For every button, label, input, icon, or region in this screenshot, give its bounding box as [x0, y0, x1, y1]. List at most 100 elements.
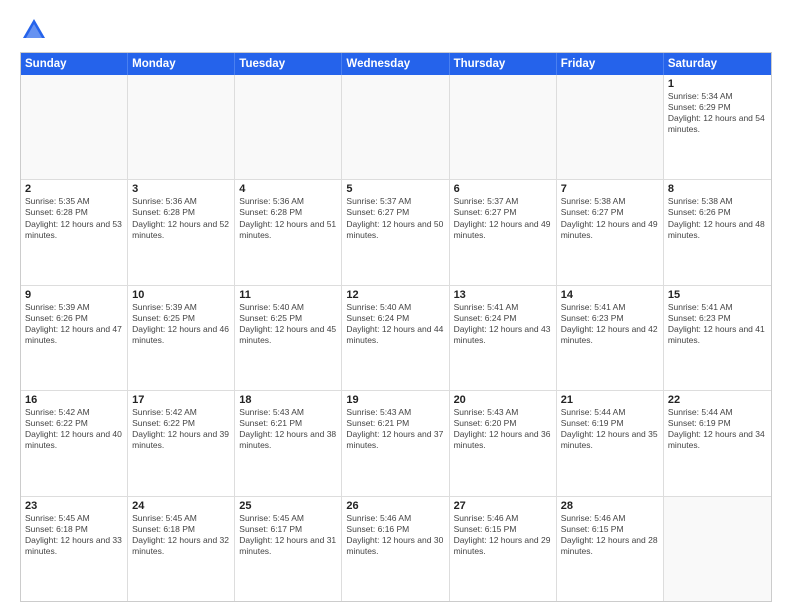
day-content: Sunrise: 5:43 AM Sunset: 6:21 PM Dayligh… — [239, 407, 337, 451]
day-content: Sunrise: 5:39 AM Sunset: 6:25 PM Dayligh… — [132, 302, 230, 346]
day-content: Sunrise: 5:36 AM Sunset: 6:28 PM Dayligh… — [239, 196, 337, 240]
calendar-day-4: 4Sunrise: 5:36 AM Sunset: 6:28 PM Daylig… — [235, 180, 342, 284]
calendar-day-10: 10Sunrise: 5:39 AM Sunset: 6:25 PM Dayli… — [128, 286, 235, 390]
calendar-day-empty — [450, 75, 557, 179]
day-number: 24 — [132, 500, 230, 512]
day-number: 4 — [239, 183, 337, 195]
calendar-week-2: 9Sunrise: 5:39 AM Sunset: 6:26 PM Daylig… — [21, 286, 771, 391]
day-content: Sunrise: 5:41 AM Sunset: 6:24 PM Dayligh… — [454, 302, 552, 346]
header — [20, 16, 772, 44]
day-content: Sunrise: 5:43 AM Sunset: 6:20 PM Dayligh… — [454, 407, 552, 451]
day-content: Sunrise: 5:42 AM Sunset: 6:22 PM Dayligh… — [25, 407, 123, 451]
day-header-wednesday: Wednesday — [342, 53, 449, 75]
calendar-day-5: 5Sunrise: 5:37 AM Sunset: 6:27 PM Daylig… — [342, 180, 449, 284]
logo-icon — [20, 16, 48, 44]
day-number: 17 — [132, 394, 230, 406]
day-content: Sunrise: 5:45 AM Sunset: 6:17 PM Dayligh… — [239, 513, 337, 557]
calendar-day-empty — [235, 75, 342, 179]
calendar-day-7: 7Sunrise: 5:38 AM Sunset: 6:27 PM Daylig… — [557, 180, 664, 284]
calendar-day-19: 19Sunrise: 5:43 AM Sunset: 6:21 PM Dayli… — [342, 391, 449, 495]
calendar-header: SundayMondayTuesdayWednesdayThursdayFrid… — [21, 53, 771, 75]
day-content: Sunrise: 5:38 AM Sunset: 6:26 PM Dayligh… — [668, 196, 767, 240]
calendar-day-14: 14Sunrise: 5:41 AM Sunset: 6:23 PM Dayli… — [557, 286, 664, 390]
day-number: 1 — [668, 78, 767, 90]
calendar-day-21: 21Sunrise: 5:44 AM Sunset: 6:19 PM Dayli… — [557, 391, 664, 495]
day-content: Sunrise: 5:45 AM Sunset: 6:18 PM Dayligh… — [132, 513, 230, 557]
day-content: Sunrise: 5:45 AM Sunset: 6:18 PM Dayligh… — [25, 513, 123, 557]
day-header-friday: Friday — [557, 53, 664, 75]
calendar-day-13: 13Sunrise: 5:41 AM Sunset: 6:24 PM Dayli… — [450, 286, 557, 390]
calendar-day-23: 23Sunrise: 5:45 AM Sunset: 6:18 PM Dayli… — [21, 497, 128, 601]
day-number: 22 — [668, 394, 767, 406]
calendar-day-20: 20Sunrise: 5:43 AM Sunset: 6:20 PM Dayli… — [450, 391, 557, 495]
calendar-day-6: 6Sunrise: 5:37 AM Sunset: 6:27 PM Daylig… — [450, 180, 557, 284]
day-number: 12 — [346, 289, 444, 301]
day-header-thursday: Thursday — [450, 53, 557, 75]
day-number: 21 — [561, 394, 659, 406]
calendar-day-27: 27Sunrise: 5:46 AM Sunset: 6:15 PM Dayli… — [450, 497, 557, 601]
calendar-day-empty — [128, 75, 235, 179]
day-number: 13 — [454, 289, 552, 301]
calendar-week-3: 16Sunrise: 5:42 AM Sunset: 6:22 PM Dayli… — [21, 391, 771, 496]
calendar-day-empty — [342, 75, 449, 179]
day-content: Sunrise: 5:36 AM Sunset: 6:28 PM Dayligh… — [132, 196, 230, 240]
day-number: 10 — [132, 289, 230, 301]
day-number: 27 — [454, 500, 552, 512]
calendar-day-26: 26Sunrise: 5:46 AM Sunset: 6:16 PM Dayli… — [342, 497, 449, 601]
day-content: Sunrise: 5:44 AM Sunset: 6:19 PM Dayligh… — [668, 407, 767, 451]
calendar-body: 1Sunrise: 5:34 AM Sunset: 6:29 PM Daylig… — [21, 75, 771, 601]
day-number: 18 — [239, 394, 337, 406]
day-content: Sunrise: 5:40 AM Sunset: 6:25 PM Dayligh… — [239, 302, 337, 346]
day-content: Sunrise: 5:43 AM Sunset: 6:21 PM Dayligh… — [346, 407, 444, 451]
day-number: 8 — [668, 183, 767, 195]
day-header-saturday: Saturday — [664, 53, 771, 75]
day-content: Sunrise: 5:46 AM Sunset: 6:15 PM Dayligh… — [561, 513, 659, 557]
day-content: Sunrise: 5:38 AM Sunset: 6:27 PM Dayligh… — [561, 196, 659, 240]
day-content: Sunrise: 5:37 AM Sunset: 6:27 PM Dayligh… — [454, 196, 552, 240]
calendar-day-24: 24Sunrise: 5:45 AM Sunset: 6:18 PM Dayli… — [128, 497, 235, 601]
day-header-monday: Monday — [128, 53, 235, 75]
calendar-day-28: 28Sunrise: 5:46 AM Sunset: 6:15 PM Dayli… — [557, 497, 664, 601]
calendar-day-empty — [664, 497, 771, 601]
page: SundayMondayTuesdayWednesdayThursdayFrid… — [0, 0, 792, 612]
calendar-day-17: 17Sunrise: 5:42 AM Sunset: 6:22 PM Dayli… — [128, 391, 235, 495]
day-number: 28 — [561, 500, 659, 512]
day-number: 23 — [25, 500, 123, 512]
calendar-day-1: 1Sunrise: 5:34 AM Sunset: 6:29 PM Daylig… — [664, 75, 771, 179]
calendar-day-11: 11Sunrise: 5:40 AM Sunset: 6:25 PM Dayli… — [235, 286, 342, 390]
day-number: 11 — [239, 289, 337, 301]
day-number: 19 — [346, 394, 444, 406]
day-content: Sunrise: 5:46 AM Sunset: 6:15 PM Dayligh… — [454, 513, 552, 557]
day-number: 5 — [346, 183, 444, 195]
day-number: 3 — [132, 183, 230, 195]
day-content: Sunrise: 5:41 AM Sunset: 6:23 PM Dayligh… — [561, 302, 659, 346]
day-content: Sunrise: 5:44 AM Sunset: 6:19 PM Dayligh… — [561, 407, 659, 451]
day-number: 9 — [25, 289, 123, 301]
calendar-day-25: 25Sunrise: 5:45 AM Sunset: 6:17 PM Dayli… — [235, 497, 342, 601]
day-content: Sunrise: 5:41 AM Sunset: 6:23 PM Dayligh… — [668, 302, 767, 346]
day-content: Sunrise: 5:39 AM Sunset: 6:26 PM Dayligh… — [25, 302, 123, 346]
calendar-day-9: 9Sunrise: 5:39 AM Sunset: 6:26 PM Daylig… — [21, 286, 128, 390]
day-content: Sunrise: 5:37 AM Sunset: 6:27 PM Dayligh… — [346, 196, 444, 240]
day-number: 16 — [25, 394, 123, 406]
day-content: Sunrise: 5:34 AM Sunset: 6:29 PM Dayligh… — [668, 91, 767, 135]
day-number: 14 — [561, 289, 659, 301]
day-number: 2 — [25, 183, 123, 195]
calendar: SundayMondayTuesdayWednesdayThursdayFrid… — [20, 52, 772, 602]
calendar-week-1: 2Sunrise: 5:35 AM Sunset: 6:28 PM Daylig… — [21, 180, 771, 285]
day-number: 6 — [454, 183, 552, 195]
day-number: 20 — [454, 394, 552, 406]
calendar-day-empty — [557, 75, 664, 179]
day-content: Sunrise: 5:40 AM Sunset: 6:24 PM Dayligh… — [346, 302, 444, 346]
day-number: 7 — [561, 183, 659, 195]
calendar-day-8: 8Sunrise: 5:38 AM Sunset: 6:26 PM Daylig… — [664, 180, 771, 284]
day-number: 15 — [668, 289, 767, 301]
calendar-day-18: 18Sunrise: 5:43 AM Sunset: 6:21 PM Dayli… — [235, 391, 342, 495]
day-content: Sunrise: 5:46 AM Sunset: 6:16 PM Dayligh… — [346, 513, 444, 557]
day-header-sunday: Sunday — [21, 53, 128, 75]
calendar-day-3: 3Sunrise: 5:36 AM Sunset: 6:28 PM Daylig… — [128, 180, 235, 284]
calendar-day-empty — [21, 75, 128, 179]
calendar-week-0: 1Sunrise: 5:34 AM Sunset: 6:29 PM Daylig… — [21, 75, 771, 180]
calendar-week-4: 23Sunrise: 5:45 AM Sunset: 6:18 PM Dayli… — [21, 497, 771, 601]
calendar-day-12: 12Sunrise: 5:40 AM Sunset: 6:24 PM Dayli… — [342, 286, 449, 390]
